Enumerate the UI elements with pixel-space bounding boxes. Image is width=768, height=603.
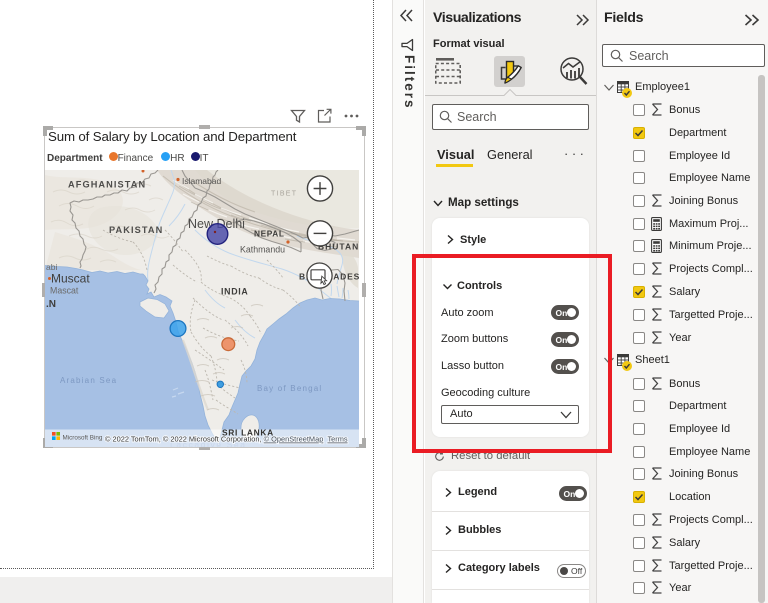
svg-text:Islamabad: Islamabad — [182, 176, 221, 186]
svg-text:Microsoft Bing: Microsoft Bing — [63, 434, 103, 441]
svg-text:Arabian Sea: Arabian Sea — [60, 376, 117, 385]
svg-text:Muscat: Muscat — [51, 272, 90, 286]
svg-text:AFGHANISTAN: AFGHANISTAN — [68, 180, 146, 190]
svg-text:NEPAL: NEPAL — [254, 229, 285, 239]
svg-text:Kathmandu: Kathmandu — [240, 245, 285, 255]
svg-text:.N: .N — [46, 299, 56, 310]
svg-text:INDIA: INDIA — [221, 287, 248, 297]
svg-text:Bay of Bengal: Bay of Bengal — [257, 384, 322, 393]
svg-text:TIBET: TIBET — [271, 191, 297, 198]
svg-text:PAKISTAN: PAKISTAN — [109, 225, 163, 235]
svg-text:© 2022 TomTom, © 2022 Microsof: © 2022 TomTom, © 2022 Microsoft Corporat… — [105, 435, 348, 444]
svg-text:abi: abi — [46, 262, 57, 272]
svg-text:Mascat: Mascat — [50, 286, 79, 296]
